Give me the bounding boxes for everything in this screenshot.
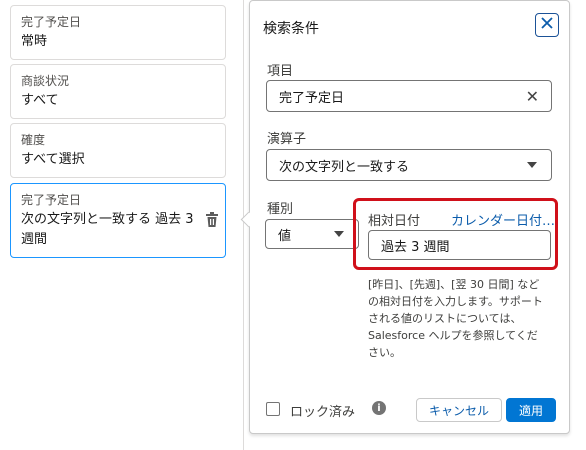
filter-card-close-date-active[interactable]: 完了予定日 次の文字列と一致する 過去 3 週間: [10, 183, 226, 258]
clear-icon[interactable]: ✕: [526, 89, 539, 105]
field-input[interactable]: 完了予定日 ✕: [266, 80, 552, 112]
close-button[interactable]: [535, 13, 559, 37]
panel-divider: [243, 0, 244, 450]
popover-title: 検索条件: [263, 21, 319, 37]
locked-label: ロック済み: [290, 405, 356, 420]
chevron-down-icon: [527, 162, 537, 168]
filter-value: すべて: [21, 93, 59, 108]
filter-card-probability[interactable]: 確度 すべて選択: [10, 123, 226, 178]
locked-checkbox[interactable]: [266, 402, 280, 416]
relative-date-input[interactable]: 過去 3 週間: [368, 230, 551, 260]
field-input-value: 完了予定日: [279, 90, 345, 106]
filter-value-line1: 次の文字列と一致する 過去 3: [21, 212, 194, 227]
close-icon: [541, 17, 553, 33]
type-select[interactable]: 値: [265, 219, 359, 249]
cancel-button[interactable]: キャンセル: [416, 398, 502, 422]
relative-date-tab[interactable]: 相対日付: [368, 210, 420, 229]
chevron-down-icon: [334, 231, 344, 237]
field-label: 項目: [267, 64, 294, 79]
operator-label: 演算子: [267, 132, 307, 147]
filter-label: 完了予定日: [21, 193, 82, 207]
type-label: 種別: [267, 202, 294, 217]
calendar-date-tab[interactable]: カレンダー日付…: [451, 210, 555, 229]
filter-card-stage[interactable]: 商談状況 すべて: [10, 64, 226, 119]
apply-button[interactable]: 適用: [506, 398, 556, 422]
info-icon[interactable]: i: [372, 401, 386, 415]
operator-select-value: 次の文字列と一致する: [279, 159, 410, 175]
filter-value-line2: 週間: [21, 232, 48, 247]
filter-label: 確度: [21, 133, 46, 147]
type-select-value: 値: [278, 228, 292, 244]
help-text: [昨日]、[先週]、[翌 30 日間] などの相対日付を入力します。サポートされ…: [368, 278, 543, 359]
filter-label: 商談状況: [21, 74, 70, 88]
trash-icon[interactable]: [205, 212, 219, 228]
filter-card-close-date[interactable]: 完了予定日 常時: [10, 5, 226, 60]
relative-date-value: 過去 3 週間: [381, 239, 450, 255]
operator-select[interactable]: 次の文字列と一致する: [266, 149, 552, 181]
filter-label: 完了予定日: [21, 15, 82, 29]
filter-value: 常時: [21, 34, 48, 49]
filter-value: 次の文字列と一致する 過去 3 週間: [21, 210, 215, 250]
filter-value: すべて選択: [21, 152, 85, 167]
